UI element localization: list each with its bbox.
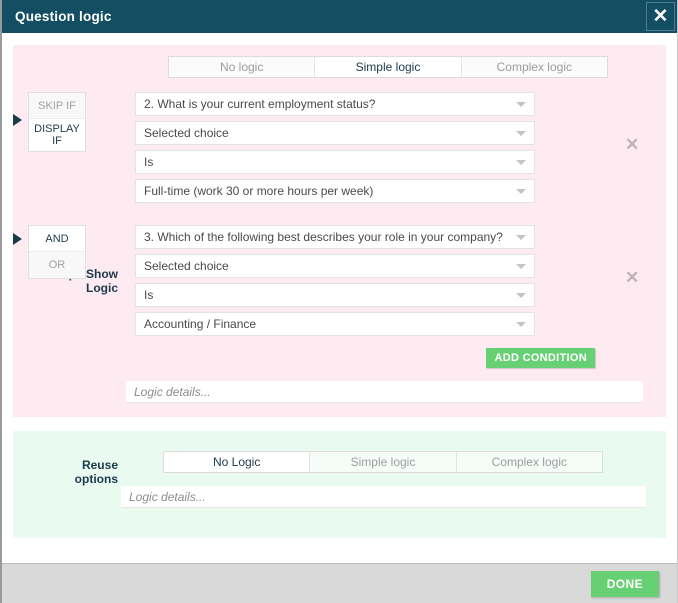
tab-complex-logic[interactable]: Complex logic bbox=[461, 57, 607, 77]
add-condition-button[interactable]: ADD CONDITION bbox=[486, 348, 595, 368]
condition-fields: 3. Which of the following best describes… bbox=[135, 225, 535, 336]
attribute-select-value: Selected choice bbox=[144, 126, 229, 140]
skip-show-logic-tabs: No logic Simple logic Complex logic bbox=[168, 56, 608, 78]
reuse-logic-details-input[interactable] bbox=[121, 486, 646, 508]
toggle-skip-if[interactable]: SKIP IF bbox=[29, 93, 85, 119]
reuse-tab-complex-logic[interactable]: Complex logic bbox=[456, 452, 602, 472]
delete-condition-icon[interactable]: ✕ bbox=[625, 136, 639, 153]
toggle-display-if[interactable]: DISPLAY IF bbox=[29, 119, 85, 151]
dialog-footer: DONE bbox=[2, 563, 677, 603]
triangle-marker-icon bbox=[13, 114, 22, 126]
question-select[interactable]: 3. Which of the following best describes… bbox=[135, 225, 535, 249]
attribute-select-value: Selected choice bbox=[144, 259, 229, 273]
reuse-tab-no-logic[interactable]: No Logic bbox=[164, 452, 311, 472]
reuse-options-tabs: No Logic Simple logic Complex logic bbox=[163, 451, 603, 473]
value-select[interactable]: Full-time (work 30 or more hours per wee… bbox=[135, 179, 535, 203]
chevron-down-icon bbox=[516, 160, 526, 165]
close-icon[interactable]: ✕ bbox=[646, 2, 675, 31]
tab-simple-logic[interactable]: Simple logic bbox=[315, 57, 462, 77]
reuse-options-label-line1: Reuse bbox=[81, 458, 118, 472]
reuse-options-label: Reuse options bbox=[13, 458, 118, 486]
chevron-down-icon bbox=[516, 264, 526, 269]
chevron-down-icon bbox=[516, 102, 526, 107]
chevron-down-icon bbox=[516, 189, 526, 194]
condition-conjunction-toggle-group: AND OR bbox=[28, 225, 86, 279]
operator-select-value: Is bbox=[144, 288, 154, 302]
delete-condition-icon[interactable]: ✕ bbox=[625, 269, 639, 286]
condition-row: AND OR 3. Which of the following best de… bbox=[13, 225, 666, 336]
reuse-options-label-line2: options bbox=[74, 472, 118, 486]
dialog-body: Skip / Show Logic No logic Simple logic … bbox=[2, 33, 677, 563]
skip-show-logic-details-input[interactable] bbox=[126, 381, 643, 403]
tab-no-logic[interactable]: No logic bbox=[169, 57, 316, 77]
operator-select[interactable]: Is bbox=[135, 150, 535, 174]
toggle-and[interactable]: AND bbox=[29, 226, 85, 252]
chevron-down-icon bbox=[516, 322, 526, 327]
triangle-marker-icon bbox=[13, 233, 22, 245]
chevron-down-icon bbox=[516, 293, 526, 298]
value-select-value: Accounting / Finance bbox=[144, 317, 257, 331]
question-logic-dialog: Question logic ✕ Skip / Show Logic No lo… bbox=[0, 0, 678, 603]
reuse-tab-simple-logic[interactable]: Simple logic bbox=[310, 452, 457, 472]
add-condition-row: ADD CONDITION bbox=[13, 348, 666, 368]
value-select-value: Full-time (work 30 or more hours per wee… bbox=[144, 184, 374, 198]
chevron-down-icon bbox=[516, 131, 526, 136]
condition-row: SKIP IF DISPLAY IF 2. What is your curre… bbox=[13, 92, 666, 203]
attribute-select[interactable]: Selected choice bbox=[135, 254, 535, 278]
condition-mode-toggle-group: SKIP IF DISPLAY IF bbox=[28, 92, 86, 152]
reuse-options-section: Reuse options No Logic Simple logic Comp… bbox=[13, 431, 666, 538]
toggle-or[interactable]: OR bbox=[29, 252, 85, 278]
question-select[interactable]: 2. What is your current employment statu… bbox=[135, 92, 535, 116]
operator-select-value: Is bbox=[144, 155, 154, 169]
question-select-value: 2. What is your current employment statu… bbox=[144, 97, 376, 111]
value-select[interactable]: Accounting / Finance bbox=[135, 312, 535, 336]
condition-fields: 2. What is your current employment statu… bbox=[135, 92, 535, 203]
operator-select[interactable]: Is bbox=[135, 283, 535, 307]
dialog-titlebar: Question logic ✕ bbox=[2, 0, 677, 33]
question-select-value: 3. Which of the following best describes… bbox=[144, 230, 503, 244]
chevron-down-icon bbox=[516, 235, 526, 240]
attribute-select[interactable]: Selected choice bbox=[135, 121, 535, 145]
dialog-title: Question logic bbox=[15, 8, 112, 24]
done-button[interactable]: DONE bbox=[590, 570, 659, 597]
skip-show-logic-section: Skip / Show Logic No logic Simple logic … bbox=[13, 45, 666, 417]
